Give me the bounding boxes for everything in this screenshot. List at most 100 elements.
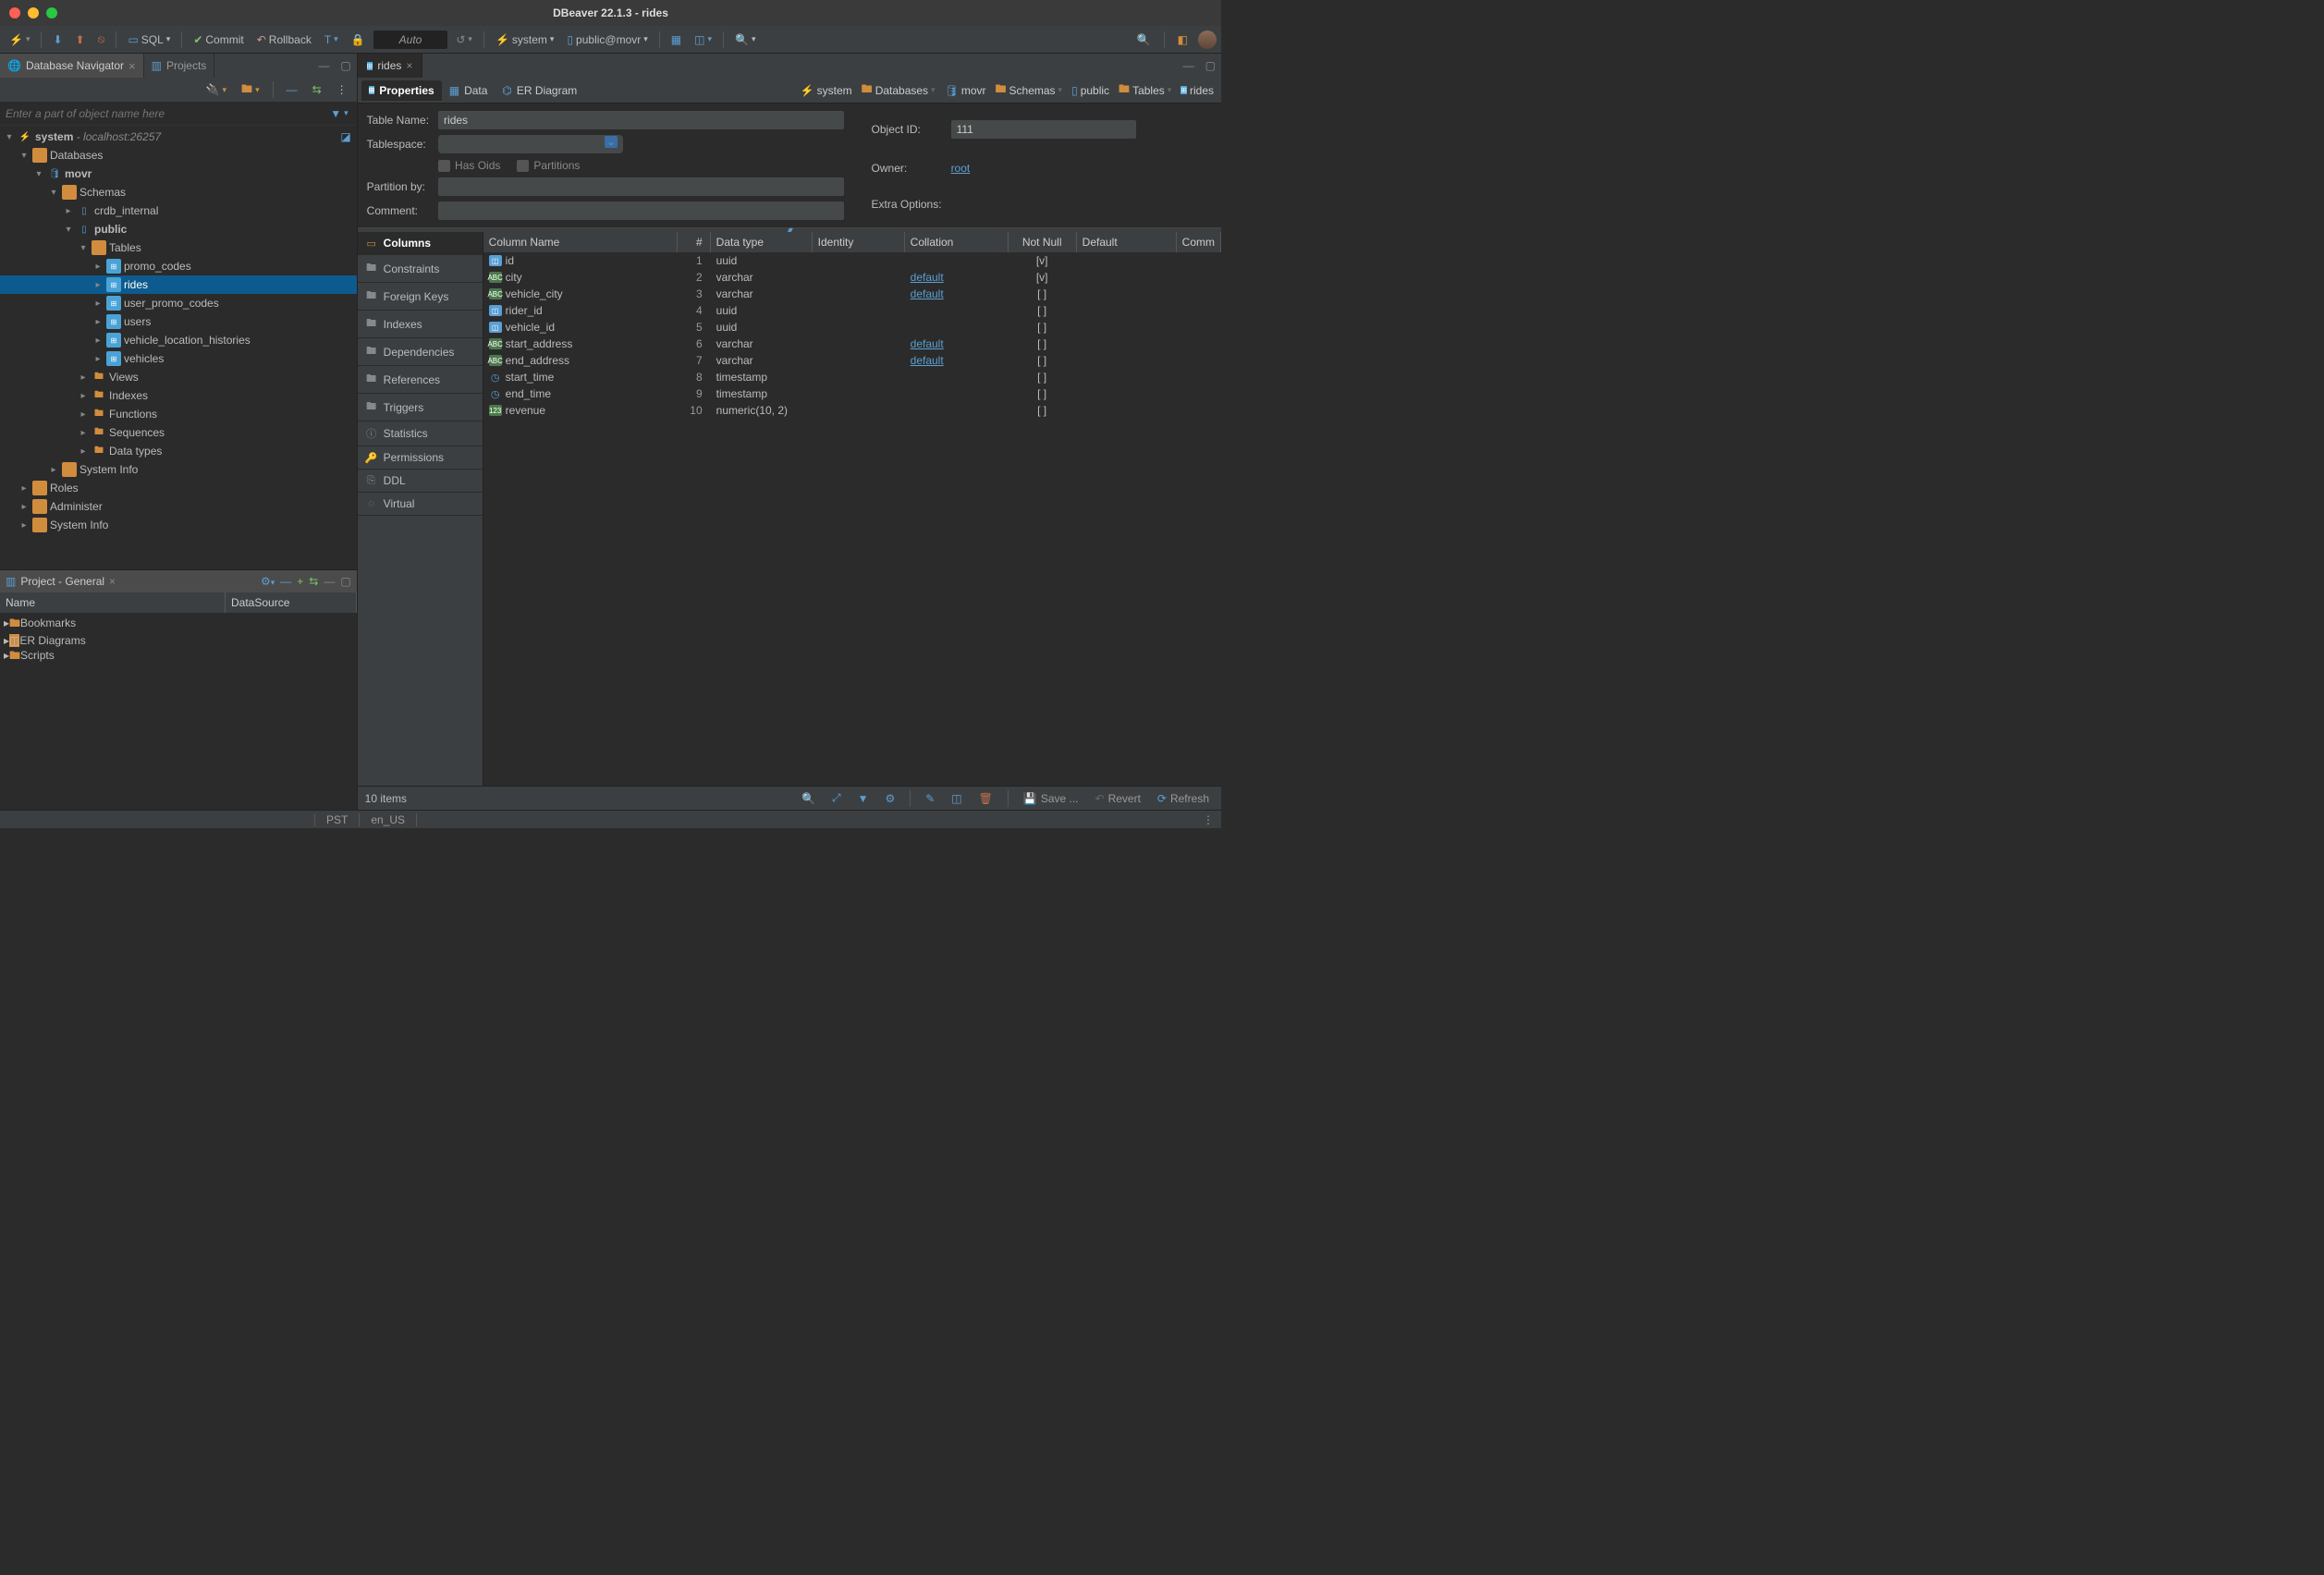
nav-permissions[interactable]: 🔑Permissions: [358, 446, 483, 470]
commit-button[interactable]: ✔Commit: [189, 31, 248, 48]
has-oids-checkbox[interactable]: Has Oids: [438, 159, 500, 172]
bc-system[interactable]: ⚡system: [797, 82, 856, 99]
tree-tables[interactable]: ▾Tables: [0, 238, 357, 257]
partition-by-input[interactable]: [438, 177, 844, 196]
tool-icon[interactable]: ◫▾: [690, 31, 716, 48]
nav-columns[interactable]: ▭Columns: [358, 232, 483, 255]
datasource-selector[interactable]: ⚡ system ▾: [491, 31, 559, 48]
tree-schema-crdb[interactable]: ▸▯crdb_internal: [0, 201, 357, 220]
arrow-up-icon[interactable]: ⬆: [71, 31, 90, 48]
columns-grid[interactable]: Column Name # Data type Identity Collati…: [483, 232, 1221, 786]
table-row[interactable]: ◫rider_id4uuid[ ]: [483, 302, 1221, 319]
table-row[interactable]: ◷end_time9timestamp[ ]: [483, 385, 1221, 402]
col-header-num[interactable]: #: [678, 232, 711, 252]
tab-database-navigator[interactable]: 🌐 Database Navigator ×: [0, 54, 144, 78]
filter-input[interactable]: [0, 104, 325, 124]
plug-icon[interactable]: 🔌▾: [202, 81, 231, 98]
proj-er-diagrams[interactable]: ▸◫ER Diagrams: [0, 634, 357, 647]
comment-input[interactable]: [438, 201, 844, 220]
tree-table-users[interactable]: ▸⊞users: [0, 312, 357, 331]
nav-statistics[interactable]: ⓘStatistics: [358, 421, 483, 446]
table-row[interactable]: 123revenue10numeric(10, 2)[ ]: [483, 402, 1221, 419]
tree-data-types[interactable]: ▸🖿Data types: [0, 442, 357, 460]
search-icon[interactable]: 🔍: [1132, 31, 1156, 48]
table-row[interactable]: ABCstart_address6varchardefault[ ]: [483, 336, 1221, 352]
schema-selector[interactable]: ▯ public@movr ▾: [562, 31, 652, 48]
collapse-icon[interactable]: —: [280, 575, 291, 588]
table-row[interactable]: ◷start_time8timestamp[ ]: [483, 369, 1221, 385]
minimize-icon[interactable]: [28, 7, 39, 18]
table-row[interactable]: ABCend_address7varchardefault[ ]: [483, 352, 1221, 369]
minimize-view-icon[interactable]: —: [312, 54, 335, 78]
tree-schemas[interactable]: ▾Schemas: [0, 183, 357, 201]
sql-button[interactable]: ▭ SQL ▾: [123, 31, 175, 48]
collapse-icon[interactable]: —: [282, 81, 302, 98]
tree-db-movr[interactable]: ▾🛢movr: [0, 165, 357, 183]
maximize-icon[interactable]: ▢: [1200, 54, 1221, 78]
link-icon[interactable]: ⇆: [309, 575, 318, 588]
nav-dependencies[interactable]: 🖿Dependencies: [358, 338, 483, 366]
col-header-type[interactable]: Data type: [711, 232, 813, 252]
menu-icon[interactable]: ⋮: [332, 81, 352, 98]
bc-rides[interactable]: ⊞rides: [1177, 82, 1217, 99]
search-icon[interactable]: 🔍: [797, 790, 820, 807]
owner-link[interactable]: root: [951, 162, 1212, 175]
bc-databases[interactable]: 🖿Databases▾: [858, 79, 939, 102]
minimize-icon[interactable]: —: [1178, 54, 1200, 78]
revert-button[interactable]: ↶Revert: [1091, 790, 1145, 807]
editor-tab-rides[interactable]: ⊞ rides ×: [358, 54, 423, 78]
gear-icon[interactable]: ⚙: [880, 790, 899, 807]
nav-indexes[interactable]: 🖿Indexes: [358, 311, 483, 338]
folder-icon[interactable]: 🖿▾: [237, 79, 264, 102]
table-row[interactable]: ◫id1uuid[v]: [483, 252, 1221, 269]
proj-bookmarks[interactable]: ▸🖿Bookmarks: [0, 615, 357, 634]
add-icon[interactable]: ◫: [947, 790, 966, 807]
close-icon[interactable]: ×: [406, 59, 412, 72]
new-connection-icon[interactable]: ⚡▾: [5, 31, 34, 48]
add-icon[interactable]: +: [297, 575, 303, 588]
tablespace-select[interactable]: [438, 135, 623, 153]
navigator-tree[interactable]: ▾⚡system - localhost:26257◪ ▾Databases ▾…: [0, 126, 357, 569]
subtab-er-diagram[interactable]: ⌬ER Diagram: [495, 80, 584, 101]
nav-virtual[interactable]: ◌Virtual: [358, 493, 483, 516]
tree-functions[interactable]: ▸🖿Functions: [0, 405, 357, 423]
close-icon[interactable]: ×: [128, 59, 136, 73]
tree-administer[interactable]: ▸Administer: [0, 497, 357, 516]
tree-system-info[interactable]: ▸System Info: [0, 460, 357, 479]
col-datasource[interactable]: DataSource: [226, 592, 357, 613]
tree-databases[interactable]: ▾Databases: [0, 146, 357, 165]
col-header-identity[interactable]: Identity: [813, 232, 905, 252]
filter-icon[interactable]: ▼: [853, 790, 874, 807]
bc-public[interactable]: ▯public: [1068, 82, 1113, 99]
tree-connection[interactable]: ▾⚡system - localhost:26257◪: [0, 128, 357, 146]
filter-icon[interactable]: ▼▾: [325, 105, 352, 122]
partitions-checkbox[interactable]: Partitions: [517, 159, 580, 172]
col-header-default[interactable]: Default: [1077, 232, 1177, 252]
minimize-icon[interactable]: —: [324, 575, 335, 588]
tree-table-vlh[interactable]: ▸⊞vehicle_location_histories: [0, 331, 357, 349]
expand-icon[interactable]: ⤢: [827, 789, 846, 807]
gear-icon[interactable]: ⚙▾: [261, 575, 275, 588]
tree-views[interactable]: ▸🖿Views: [0, 368, 357, 386]
edit-icon[interactable]: ✎: [921, 790, 939, 807]
save-button[interactable]: 💾Save ...: [1019, 790, 1083, 807]
stop-icon[interactable]: ⦸: [93, 31, 110, 48]
tree-schema-public[interactable]: ▾▯public: [0, 220, 357, 238]
search-global-icon[interactable]: 🔍▾: [730, 31, 760, 48]
tx-mode-icon[interactable]: T▾: [320, 31, 343, 48]
tree-table-promo-codes[interactable]: ▸⊞promo_codes: [0, 257, 357, 275]
table-row[interactable]: ABCcity2varchardefault[v]: [483, 269, 1221, 286]
nav-foreign-keys[interactable]: 🖿Foreign Keys: [358, 283, 483, 311]
nav-constraints[interactable]: 🖿Constraints: [358, 255, 483, 283]
table-row[interactable]: ABCvehicle_city3varchardefault[ ]: [483, 286, 1221, 302]
tab-projects[interactable]: ▥ Projects: [144, 54, 215, 78]
grid-icon[interactable]: ▦: [667, 31, 686, 48]
table-row[interactable]: ◫vehicle_id5uuid[ ]: [483, 319, 1221, 336]
nav-triggers[interactable]: 🖿Triggers: [358, 394, 483, 421]
avatar[interactable]: [1198, 31, 1217, 49]
tree-roles[interactable]: ▸Roles: [0, 479, 357, 497]
col-name[interactable]: Name: [0, 592, 226, 613]
subtab-data[interactable]: ▦Data: [442, 80, 495, 101]
nav-references[interactable]: 🖿References: [358, 366, 483, 394]
object-id-input[interactable]: [951, 120, 1136, 139]
